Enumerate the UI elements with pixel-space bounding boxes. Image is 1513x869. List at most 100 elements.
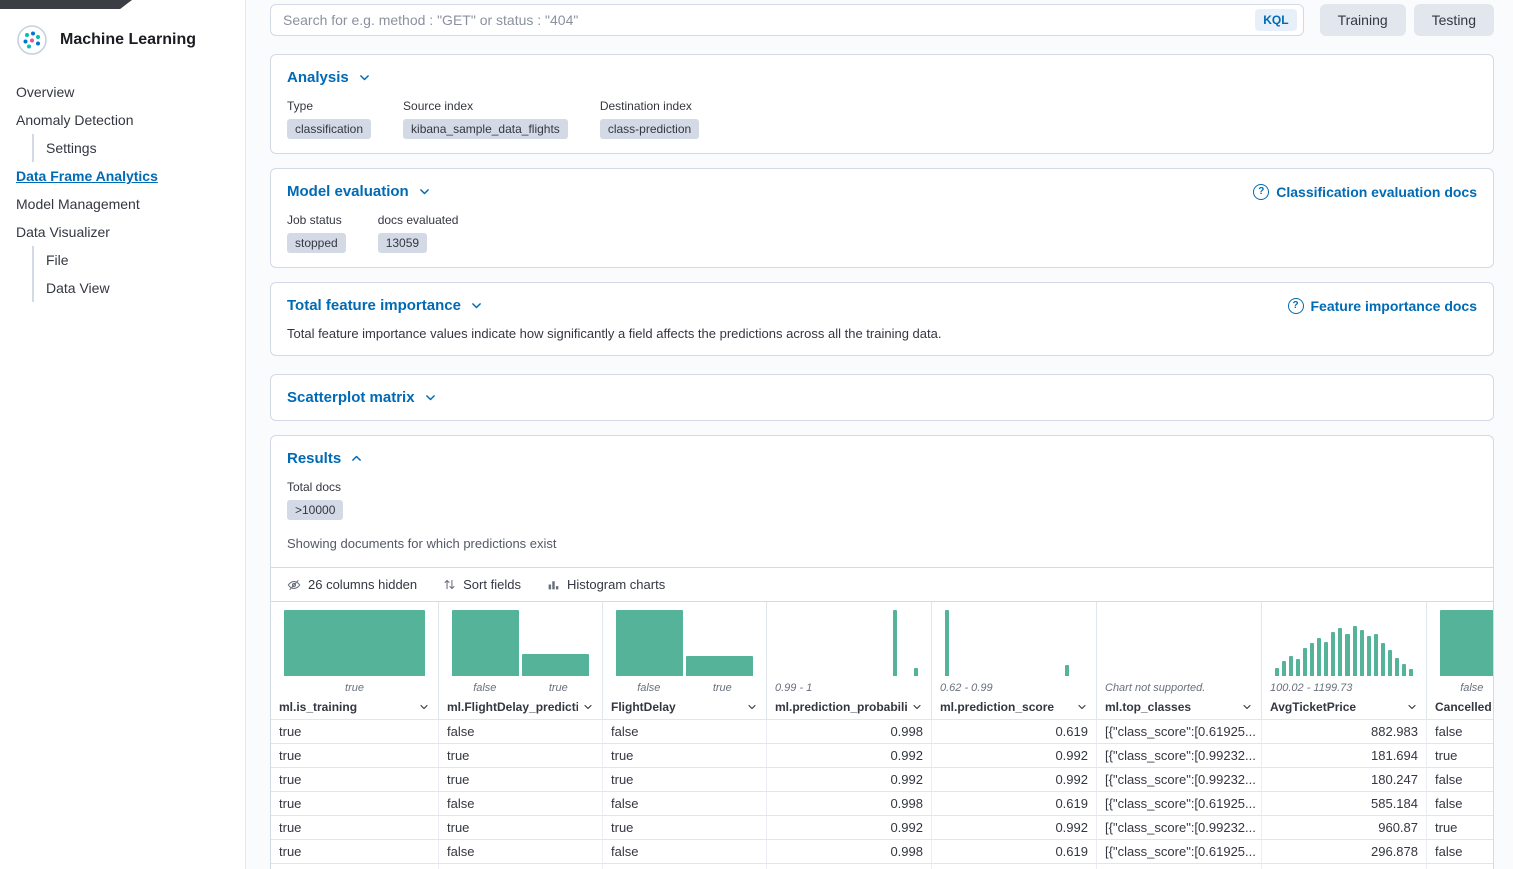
table-cell[interactable]: 0.992 [767,768,932,791]
sidebar-item-anomaly-detection[interactable]: Anomaly Detection [0,106,245,134]
table-cell[interactable]: 296.878 [1262,840,1427,863]
table-cell[interactable]: true [271,792,439,815]
table-cell[interactable]: 0.619 [932,792,1097,815]
sidebar-item-data-view[interactable]: Data View [32,274,245,302]
table-cell[interactable]: true [271,720,439,743]
column-header-ml.top_classes[interactable]: Chart not supported.ml.top_classes [1097,602,1262,719]
table-cell[interactable]: 0.992 [767,744,932,767]
table-cell[interactable]: true [1427,816,1493,839]
column-header-ml.FlightDelay_prediction[interactable]: falsetrueml.FlightDelay_prediction [439,602,603,719]
histogram-bar [1303,648,1307,676]
histogram-bar [1409,669,1413,676]
table-cell[interactable]: true [439,768,603,791]
chevron-down-icon[interactable] [1406,701,1418,713]
chevron-down-icon[interactable] [746,701,758,713]
table-cell[interactable]: 0.998 [767,840,932,863]
sidebar-item-data-visualizer[interactable]: Data Visualizer [0,218,245,246]
chevron-down-icon[interactable] [1241,701,1253,713]
column-caption: 100.02 - 1199.73 [1270,682,1418,697]
table-cell[interactable]: false [603,864,767,869]
table-cell[interactable]: 181.694 [1262,744,1427,767]
table-cell[interactable]: 180.247 [1262,768,1427,791]
chevron-down-icon[interactable] [911,701,923,713]
table-cell[interactable]: true [603,816,767,839]
table-cell[interactable]: true [439,744,603,767]
sidebar-item-settings[interactable]: Settings [32,134,245,162]
chevron-down-icon[interactable] [418,701,430,713]
column-header-AvgTicketPrice[interactable]: 100.02 - 1199.73AvgTicketPrice [1262,602,1427,719]
training-button[interactable]: Training [1320,4,1406,36]
table-cell[interactable]: false [1427,768,1493,791]
chevron-down-icon[interactable] [582,701,594,713]
table-cell[interactable]: true [439,816,603,839]
table-cell[interactable]: true [1427,744,1493,767]
table-cell[interactable]: true [271,864,439,869]
classification-evaluation-docs-link[interactable]: Classification evaluation docs [1253,184,1477,200]
sidebar-item-file[interactable]: File [32,246,245,274]
analysis-panel-toggle[interactable]: Analysis [287,69,371,86]
sidebar-item-data-frame-analytics[interactable]: Data Frame Analytics [0,162,245,190]
table-cell[interactable]: 0.619 [932,864,1097,869]
table-cell[interactable]: 906.438 [1262,864,1427,869]
testing-button[interactable]: Testing [1414,4,1494,36]
table-cell[interactable]: false [439,792,603,815]
histogram-bar [1331,632,1335,676]
table-cell[interactable]: 0.992 [932,816,1097,839]
search-input[interactable]: Search for e.g. method : "GET" or status… [270,4,1304,36]
total-feature-importance-panel-toggle[interactable]: Total feature importance [287,297,483,314]
table-cell[interactable]: [{"class_score":[0.99232... [1097,744,1262,767]
table-cell[interactable]: 0.619 [932,720,1097,743]
table-cell[interactable]: true [603,768,767,791]
table-cell[interactable]: true [603,744,767,767]
histogram-charts-button[interactable]: Histogram charts [547,577,665,592]
table-cell[interactable]: 0.619 [932,840,1097,863]
sidebar-item-model-management[interactable]: Model Management [0,190,245,218]
table-cell[interactable]: false [1427,720,1493,743]
column-header-ml.prediction_probability[interactable]: 0.99 - 1ml.prediction_probability [767,602,932,719]
model-evaluation-panel-toggle[interactable]: Model evaluation [287,183,431,200]
table-cell[interactable]: [{"class_score":[0.99232... [1097,816,1262,839]
feature-importance-docs-link[interactable]: Feature importance docs [1288,298,1478,314]
results-panel-toggle[interactable]: Results [287,450,363,467]
table-cell[interactable]: 0.998 [767,864,932,869]
table-cell[interactable]: [{"class_score":[0.61925... [1097,864,1262,869]
column-header-ml.prediction_score[interactable]: 0.62 - 0.99ml.prediction_score [932,602,1097,719]
sort-fields-button[interactable]: Sort fields [443,577,521,592]
scatterplot-matrix-panel-toggle[interactable]: Scatterplot matrix [287,389,437,406]
table-cell[interactable]: false [1427,840,1493,863]
table-cell[interactable]: false [439,864,603,869]
table-cell[interactable]: 0.992 [767,816,932,839]
sidebar-item-overview[interactable]: Overview [0,78,245,106]
table-cell[interactable]: true [271,816,439,839]
column-header-Cancelled[interactable]: falsetrueCancelled [1427,602,1493,719]
column-header-ml.is_training[interactable]: trueml.is_training [271,602,439,719]
field-label: Destination index [600,99,699,113]
chevron-down-icon[interactable] [1076,701,1088,713]
table-cell[interactable]: true [271,768,439,791]
histogram-bar [1065,665,1069,676]
table-cell[interactable]: false [603,840,767,863]
table-cell[interactable]: 0.992 [932,768,1097,791]
table-cell[interactable]: [{"class_score":[0.99232... [1097,768,1262,791]
table-cell[interactable]: false [1427,864,1493,869]
table-cell[interactable]: 882.983 [1262,720,1427,743]
analysis-fields: TypeclassificationSource indexkibana_sam… [287,99,1477,139]
column-header-FlightDelay[interactable]: falsetrueFlightDelay [603,602,767,719]
table-cell[interactable]: 585.184 [1262,792,1427,815]
table-cell[interactable]: false [603,720,767,743]
table-cell[interactable]: true [271,840,439,863]
table-cell[interactable]: [{"class_score":[0.61925... [1097,792,1262,815]
table-cell[interactable]: [{"class_score":[0.61925... [1097,840,1262,863]
kql-badge[interactable]: KQL [1255,9,1296,31]
table-cell[interactable]: true [271,744,439,767]
table-cell[interactable]: false [1427,792,1493,815]
table-cell[interactable]: false [439,720,603,743]
table-cell[interactable]: 0.992 [932,744,1097,767]
table-cell[interactable]: 0.998 [767,720,932,743]
table-cell[interactable]: 960.87 [1262,816,1427,839]
table-cell[interactable]: 0.998 [767,792,932,815]
table-cell[interactable]: false [603,792,767,815]
table-cell[interactable]: [{"class_score":[0.61925... [1097,720,1262,743]
table-cell[interactable]: false [439,840,603,863]
columns-hidden-button[interactable]: 26 columns hidden [287,577,417,592]
